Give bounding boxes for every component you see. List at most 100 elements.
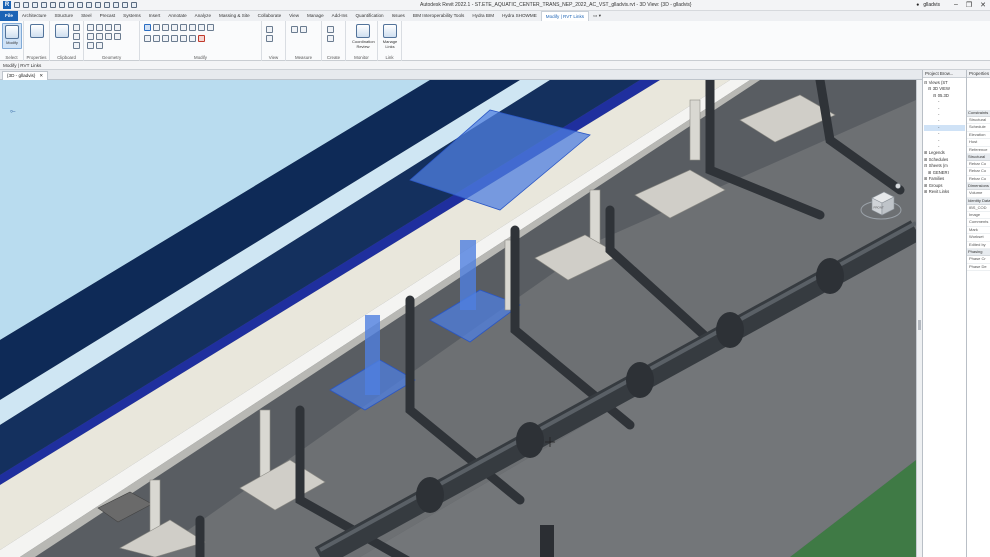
tree-node-revit-links[interactable]: ⊞ Revit Links [924,189,965,195]
tab-view[interactable]: View [285,11,303,21]
thin-lines-icon[interactable] [113,2,119,8]
scale-icon[interactable] [180,35,187,42]
dimension-icon[interactable] [77,2,83,8]
close-icon[interactable]: ✕ [39,72,43,80]
unjoin-icon[interactable] [96,42,103,49]
prop-row[interactable]: Phase De [967,264,990,271]
measure-icon[interactable] [68,2,74,8]
override-graphics-icon[interactable] [266,35,273,42]
delete-icon[interactable] [198,35,205,42]
minimize-icon[interactable]: – [954,1,958,9]
open-icon[interactable] [14,2,20,8]
prop-row[interactable]: Edited by [967,242,990,250]
array-icon[interactable] [207,24,214,31]
modify-button[interactable]: Modify [2,23,22,49]
manage-links-button[interactable]: Manage Links [380,23,400,49]
prop-row[interactable]: Rebar Co [967,176,990,184]
trim-extend-icon[interactable] [171,35,178,42]
cope-icon[interactable] [87,24,94,31]
save-icon[interactable] [23,2,29,8]
view-tab-3d[interactable]: {3D - glladvis} ✕ [2,71,49,80]
prop-group-structural[interactable]: Structural [967,154,990,162]
type-properties-button[interactable] [27,23,47,49]
tab-massing-site[interactable]: Massing & Site [215,11,254,21]
prop-row[interactable]: IBS_COD [967,205,990,213]
selected-link-column-2[interactable] [365,315,380,395]
restore-icon[interactable]: ❐ [966,1,972,9]
paint-icon[interactable] [96,33,103,40]
prop-row[interactable]: Image [967,212,990,220]
prop-row[interactable]: Structural [967,117,990,125]
copy-icon[interactable] [73,33,80,40]
home-icon[interactable] [895,183,901,189]
tab-file[interactable]: File [0,11,18,21]
tab-collaborate[interactable]: Collaborate [254,11,286,21]
prop-group-constraints[interactable]: Constraints [967,110,990,117]
create-group-icon[interactable] [327,35,334,42]
model-canvas[interactable]: ⟜ [0,80,916,557]
tab-hydra-showme[interactable]: Hydra SHOWME [498,11,541,21]
tab-bim-interoperability[interactable]: BIM Interoperability Tools [409,11,469,21]
3d-view-icon[interactable] [95,2,101,8]
aligned-dimension-icon[interactable] [300,26,307,33]
tab-analyze[interactable]: Analyze [191,11,215,21]
mirror-draw-icon[interactable] [171,24,178,31]
trim-icon[interactable] [189,24,196,31]
join-icon[interactable] [105,24,112,31]
switch-windows-icon[interactable] [131,2,137,8]
create-assembly-icon[interactable] [327,26,334,33]
cut-icon[interactable] [73,24,80,31]
pin-icon[interactable] [198,24,205,31]
undo-icon[interactable] [41,2,47,8]
tab-insert[interactable]: Insert [145,11,165,21]
prop-row[interactable]: Workset [967,234,990,242]
wall-joins-icon[interactable] [87,33,94,40]
user-area[interactable]: ● glladvis [916,2,940,8]
prop-group-phasing[interactable]: Phasing [967,249,990,257]
section-icon[interactable] [104,2,110,8]
cut-geometry-icon[interactable] [96,24,103,31]
prop-group-identity[interactable]: Identity Data [967,197,990,205]
tab-architecture[interactable]: Architecture [18,11,51,21]
close-hidden-icon[interactable] [122,2,128,8]
paste-button[interactable] [52,23,72,49]
prop-row[interactable]: Rebar Co [967,168,990,176]
unpin-icon[interactable] [189,35,196,42]
prop-row[interactable]: Reference [967,147,990,155]
prop-row[interactable]: Volume [967,190,990,198]
viewcube[interactable]: FRONT [858,180,904,226]
tab-structure[interactable]: Structure [50,11,77,21]
tab-modify-rvt-links[interactable]: Modify | RVT Links [540,11,590,21]
prop-row[interactable]: Mark [967,227,990,235]
text-icon[interactable] [86,2,92,8]
copy-element-icon[interactable] [153,35,160,42]
type-selector[interactable] [967,78,990,110]
remove-paint-icon[interactable] [87,42,94,49]
demolish-icon[interactable] [105,33,112,40]
tab-hydra-bim[interactable]: Hydra BIM [468,11,498,21]
hide-in-view-icon[interactable] [266,26,273,33]
ribbon-toggle-icon[interactable]: ▭ ▾ [589,11,605,21]
match-type-icon[interactable] [73,42,80,49]
mirror-axis-icon[interactable] [162,24,169,31]
sync-icon[interactable] [32,2,38,8]
tab-steel[interactable]: Steel [77,11,95,21]
prop-row[interactable]: Phase Cr [967,256,990,264]
tab-add-ins[interactable]: Add-Ins [328,11,352,21]
tab-quantification[interactable]: Quantification [351,11,387,21]
coordination-review-button[interactable]: Coordination Review [352,23,375,49]
prop-row[interactable]: Rebar Co [967,161,990,169]
offset-icon[interactable] [153,24,160,31]
revit-logo-icon[interactable]: R [3,1,11,9]
tab-issues[interactable]: Issues [388,11,409,21]
tab-annotate[interactable]: Annotate [164,11,190,21]
selected-link-column-1[interactable] [460,240,476,310]
3d-viewport[interactable]: ⟜ FRONT [0,80,916,557]
align-icon[interactable] [144,24,151,31]
prop-row[interactable]: Elevation [967,132,990,140]
prop-row[interactable]: Schedule [967,124,990,132]
split-icon[interactable] [180,24,187,31]
split-face-icon[interactable] [114,24,121,31]
tab-systems[interactable]: Systems [119,11,145,21]
measure-tool-icon[interactable] [291,26,298,33]
